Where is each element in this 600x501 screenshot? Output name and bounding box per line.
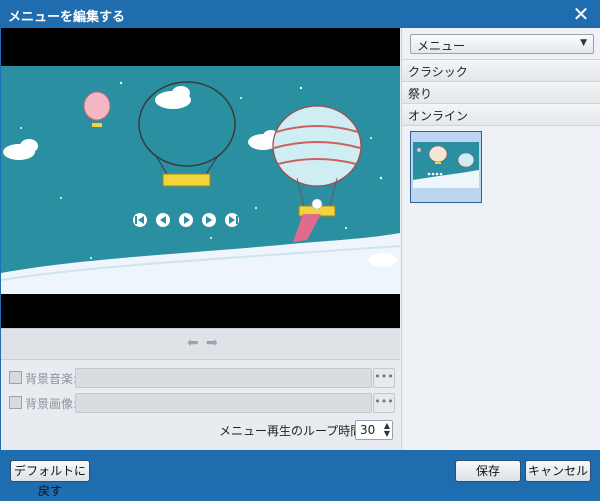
- bg-image-label: 背景画像:: [25, 397, 78, 411]
- cancel-button[interactable]: キャンセル: [525, 460, 591, 482]
- title-bar: メニューを編集する ✕: [0, 0, 600, 28]
- category-festival[interactable]: 祭り: [402, 81, 600, 104]
- cloud-right: [369, 253, 397, 267]
- save-button[interactable]: 保存: [455, 460, 521, 482]
- menu-preview: [1, 28, 400, 328]
- menu-type-select[interactable]: メニュー ▼: [410, 34, 594, 54]
- category-online[interactable]: オンライン: [402, 103, 600, 126]
- menu-type-value: メニュー: [417, 39, 466, 53]
- loop-time-value: 30: [360, 423, 376, 437]
- category-classic[interactable]: クラシック: [402, 59, 600, 82]
- close-icon[interactable]: ✕: [570, 3, 592, 25]
- bg-image-field[interactable]: [75, 393, 372, 413]
- thumbnail-image: [411, 132, 481, 202]
- bg-music-row: 背景音楽: •••: [9, 368, 395, 388]
- preview-nav-bar: ⬅ ➡: [1, 328, 400, 360]
- bg-music-field[interactable]: [75, 368, 372, 388]
- template-panel: メニュー ▼ クラシック 祭り オンライン: [401, 28, 600, 450]
- loop-time-spinner[interactable]: 30 ▲ ▼: [355, 420, 393, 440]
- restore-default-button[interactable]: デフォルトに戻す: [10, 460, 90, 498]
- left-pane: ⬅ ➡ 背景音楽: ••• 背景画像: ••• メニュー再生のループ時間(秒):…: [1, 28, 400, 450]
- footer-bar: デフォルトに戻す 保存 キャンセル: [0, 450, 600, 498]
- bg-image-checkbox[interactable]: [9, 396, 22, 409]
- bg-music-checkbox[interactable]: [9, 371, 22, 384]
- bg-music-browse-button[interactable]: •••: [373, 368, 395, 388]
- window-title: メニューを編集する: [8, 10, 126, 25]
- letterbox-bottom: [1, 294, 400, 328]
- dialog-body: ⬅ ➡ 背景音楽: ••• 背景画像: ••• メニュー再生のループ時間(秒):…: [1, 28, 600, 450]
- bg-music-label: 背景音楽:: [25, 372, 78, 386]
- edit-menu-dialog: メニューを編集する ✕ ⬅ ➡ 背景音楽: ••• 背景画像: ••• メニュー…: [0, 0, 600, 498]
- next-arrow-icon[interactable]: ➡: [206, 335, 218, 351]
- spin-down-icon[interactable]: ▼: [384, 430, 390, 438]
- letterbox-top: [1, 28, 400, 66]
- prev-arrow-icon[interactable]: ⬅: [187, 335, 199, 351]
- bg-image-row: 背景画像: •••: [9, 393, 395, 413]
- chevron-down-icon: ▼: [580, 38, 587, 48]
- preview-illustration: [1, 28, 400, 328]
- bg-image-browse-button[interactable]: •••: [373, 393, 395, 413]
- template-thumbnail[interactable]: [410, 131, 482, 203]
